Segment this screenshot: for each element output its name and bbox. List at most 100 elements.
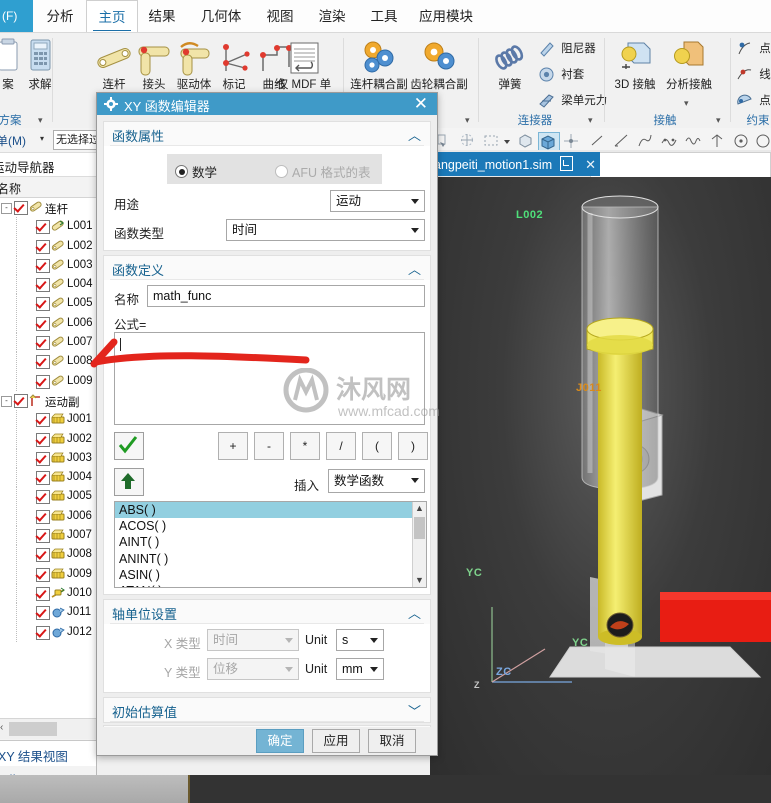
ribbon-button-point-on-curve[interactable]: 点在线 (736, 40, 771, 60)
operator-minus-button[interactable]: - (254, 432, 284, 460)
section-header-function-definition[interactable]: 函数定义 ︿ (104, 256, 430, 280)
ribbon-tab-home[interactable]: 主页 (86, 0, 138, 33)
save-icon[interactable] (559, 156, 573, 171)
function-list-scrollbar[interactable]: ▲ ▼ (412, 502, 426, 587)
chevron-up-icon[interactable]: ︿ (408, 603, 421, 622)
line-icon[interactable] (588, 132, 608, 152)
ribbon-group-dropdown-connector[interactable]: ▾ (588, 115, 593, 126)
close-icon[interactable]: ✕ (585, 157, 596, 172)
tree-checkbox[interactable] (36, 374, 50, 389)
tree-checkbox[interactable] (14, 393, 28, 408)
selection-filter-combo[interactable]: 无选择过滤 (53, 130, 96, 150)
tree-checkbox[interactable] (36, 606, 50, 621)
tree-checkbox[interactable] (36, 509, 50, 524)
rectangle-select-icon[interactable] (482, 132, 502, 152)
studio-spline-icon[interactable] (660, 132, 680, 152)
tree-item-L004[interactable]: L004 (0, 275, 96, 295)
tree-checkbox[interactable] (36, 316, 50, 331)
spline-icon[interactable] (636, 132, 656, 152)
ribbon-tab-render[interactable]: 渲染 (308, 0, 356, 32)
menu-button-label[interactable]: 单(M) (0, 132, 26, 149)
cancel-button[interactable]: 取消 (368, 729, 416, 753)
tree-item-L009[interactable]: L009 (0, 371, 96, 391)
sine-curve-icon[interactable] (684, 132, 704, 152)
validate-formula-button[interactable] (114, 432, 144, 460)
ribbon-tab-tools[interactable]: 工具 (360, 0, 408, 32)
chevron-down-icon[interactable]: ▾ (40, 134, 44, 143)
dialog-title-bar[interactable]: XY 函数编辑器 ✕ (97, 93, 437, 115)
tree-checkbox[interactable] (36, 548, 50, 563)
tree-item-J011[interactable]: J011 (0, 603, 96, 623)
circle-icon[interactable] (754, 132, 771, 152)
tree-checkbox[interactable] (36, 355, 50, 370)
insert-function-button[interactable] (114, 468, 144, 496)
tree-group-运动副[interactable]: - 运动副 (0, 391, 96, 410)
operator-open-paren-button[interactable]: ( (362, 432, 392, 460)
move-object-icon[interactable] (562, 132, 582, 152)
scrollbar-thumb[interactable] (414, 517, 425, 539)
tree-item-L005[interactable]: L005 (0, 294, 96, 314)
rotate-view-icon[interactable] (516, 132, 536, 152)
ribbon-button-spring[interactable]: 弹簧 (484, 37, 536, 105)
function-name-input[interactable]: math_func (147, 285, 425, 307)
graphics-viewport[interactable]: L002 J011 YC YC ZC Z (430, 177, 771, 803)
tree-horizontal-scrollbar[interactable]: ‹ (0, 718, 96, 739)
tree-item-L003[interactable]: L003 (0, 255, 96, 276)
operator-multiply-button[interactable]: * (290, 432, 320, 460)
ribbon-group-dropdown-solution[interactable]: ▾ (38, 115, 43, 126)
ribbon-button-3d-contact[interactable]: 3D 接触 (608, 37, 662, 105)
tree-checkbox[interactable] (36, 432, 50, 447)
tree-checkbox[interactable] (36, 297, 50, 312)
tree-checkbox[interactable] (36, 336, 50, 351)
section-header-initial-estimate[interactable]: 初始估算值 ﹀ (104, 698, 430, 722)
document-tab-active[interactable]: angpeiti_motion1.sim ✕ (430, 152, 600, 176)
tree-checkbox[interactable] (36, 586, 50, 601)
operator-divide-button[interactable]: / (326, 432, 356, 460)
tree-checkbox[interactable] (14, 201, 28, 215)
tree-expander[interactable]: - (1, 203, 12, 214)
formula-textarea[interactable] (114, 332, 425, 425)
section-header-function-properties[interactable]: 函数属性 ︿ (104, 122, 430, 146)
ribbon-tab-results[interactable]: 结果 (138, 0, 186, 32)
chevron-up-icon[interactable]: ▲ (413, 502, 426, 515)
motion-navigator-tree[interactable]: - 连杆 L001 L002 L003 L004 L005 L006 L007 L008 L009 -… (0, 198, 96, 718)
xy-result-view-panel-tab[interactable]: XY 结果视图 (0, 740, 96, 767)
ribbon-button-solve[interactable]: 求解 (14, 37, 66, 105)
apply-button[interactable]: 应用 (312, 729, 360, 753)
tree-checkbox[interactable] (36, 625, 50, 640)
tree-item-J009[interactable]: J009 (0, 564, 96, 584)
insert-category-select[interactable]: 数学函数 (328, 469, 425, 493)
ribbon-button-analysis-contact[interactable]: 分析接触 (660, 37, 718, 105)
close-icon[interactable]: ✕ (414, 94, 428, 114)
tree-checkbox[interactable] (36, 567, 50, 582)
section-initial-estimate[interactable]: 初始估算值 ﹀ (103, 697, 431, 723)
tree-checkbox[interactable] (36, 220, 50, 235)
chevron-down-icon[interactable]: ▼ (413, 574, 426, 587)
function-list-item[interactable]: ASIN( ) (115, 567, 426, 583)
chevron-down-icon[interactable]: ﹀ (408, 701, 421, 720)
scrollbar-thumb[interactable] (9, 722, 57, 736)
ok-button[interactable]: 确定 (256, 729, 304, 753)
function-list-item[interactable]: ATAN( ) (115, 583, 426, 587)
tree-checkbox[interactable] (36, 490, 50, 505)
dropdown-caret-icon[interactable] (502, 132, 512, 152)
chevron-up-icon[interactable]: ︿ (408, 259, 421, 278)
ribbon-button-damper[interactable]: 阻尼器 (538, 40, 596, 60)
axis-point-icon[interactable] (708, 132, 728, 152)
chevron-up-icon[interactable]: ︿ (408, 125, 421, 144)
tree-item-J012[interactable]: J012 (0, 622, 96, 642)
tree-checkbox[interactable] (36, 239, 50, 254)
tree-checkbox[interactable] (36, 278, 50, 293)
tree-item-J010[interactable]: J010 (0, 583, 96, 604)
tree-group-连杆[interactable]: - 连杆 (0, 198, 96, 217)
select-body-icon[interactable] (458, 132, 478, 152)
tree-item-J008[interactable]: J008 (0, 545, 96, 565)
function-list[interactable]: ▲ ▼ ABS( )ACOS( )AINT( )ANINT( )ASIN( )A… (114, 501, 427, 588)
file-menu-chip[interactable]: (F) (0, 0, 33, 32)
tree-checkbox[interactable] (36, 451, 50, 466)
tree-checkbox[interactable] (36, 413, 50, 428)
ribbon-tab-applications[interactable]: 应用模块 (410, 0, 482, 32)
ribbon-button-bushing[interactable]: 衬套 (538, 66, 584, 86)
section-header-axis-units[interactable]: 轴单位设置 ︿ (104, 600, 430, 624)
function-list-item[interactable]: ACOS( ) (115, 518, 426, 534)
